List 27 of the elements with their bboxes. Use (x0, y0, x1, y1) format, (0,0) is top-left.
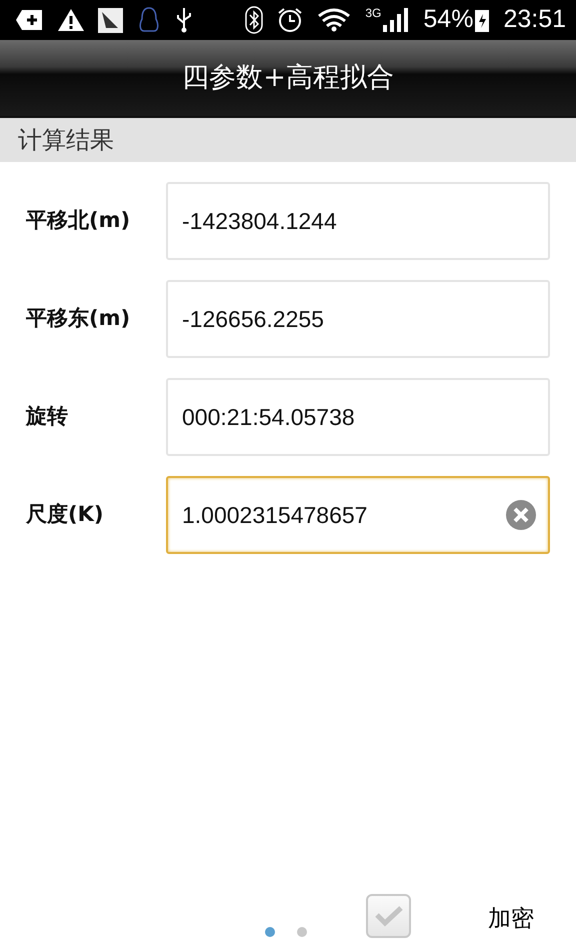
section-header: 计算结果 (0, 118, 576, 162)
clear-icon[interactable] (506, 500, 536, 530)
field-label: 平移东(m) (25, 305, 132, 332)
text-field[interactable]: -126656.2255 (166, 280, 550, 358)
field-label: 旋转 (24, 403, 69, 430)
page-dot[interactable] (265, 927, 275, 937)
warning-icon (58, 9, 84, 31)
usb-icon (175, 7, 193, 33)
field-label: 平移北(m) (25, 207, 132, 234)
add-notification-icon (16, 9, 44, 31)
field-label: 尺度(K) (24, 501, 104, 528)
check-icon (374, 905, 404, 927)
signal-icon (383, 8, 410, 32)
checkbox-label: 加密 (488, 905, 534, 934)
text-field[interactable]: 000:21:54.05738 (166, 378, 550, 456)
wifi-icon (317, 8, 352, 32)
bluetooth-icon (245, 6, 264, 34)
battery-percent: 54% (423, 4, 474, 36)
clock-time: 23:51 (503, 4, 566, 36)
alarm-clock-icon (277, 7, 304, 33)
page-dot[interactable] (297, 927, 307, 937)
text-field[interactable]: 1.0002315478657 (166, 476, 550, 554)
checkbox[interactable] (366, 894, 411, 938)
battery-icon (475, 8, 490, 32)
text-field[interactable]: -1423804.1244 (166, 182, 550, 260)
screen-title: 四参数+高程拟合 (182, 60, 394, 95)
network-label: 3G (365, 5, 382, 22)
